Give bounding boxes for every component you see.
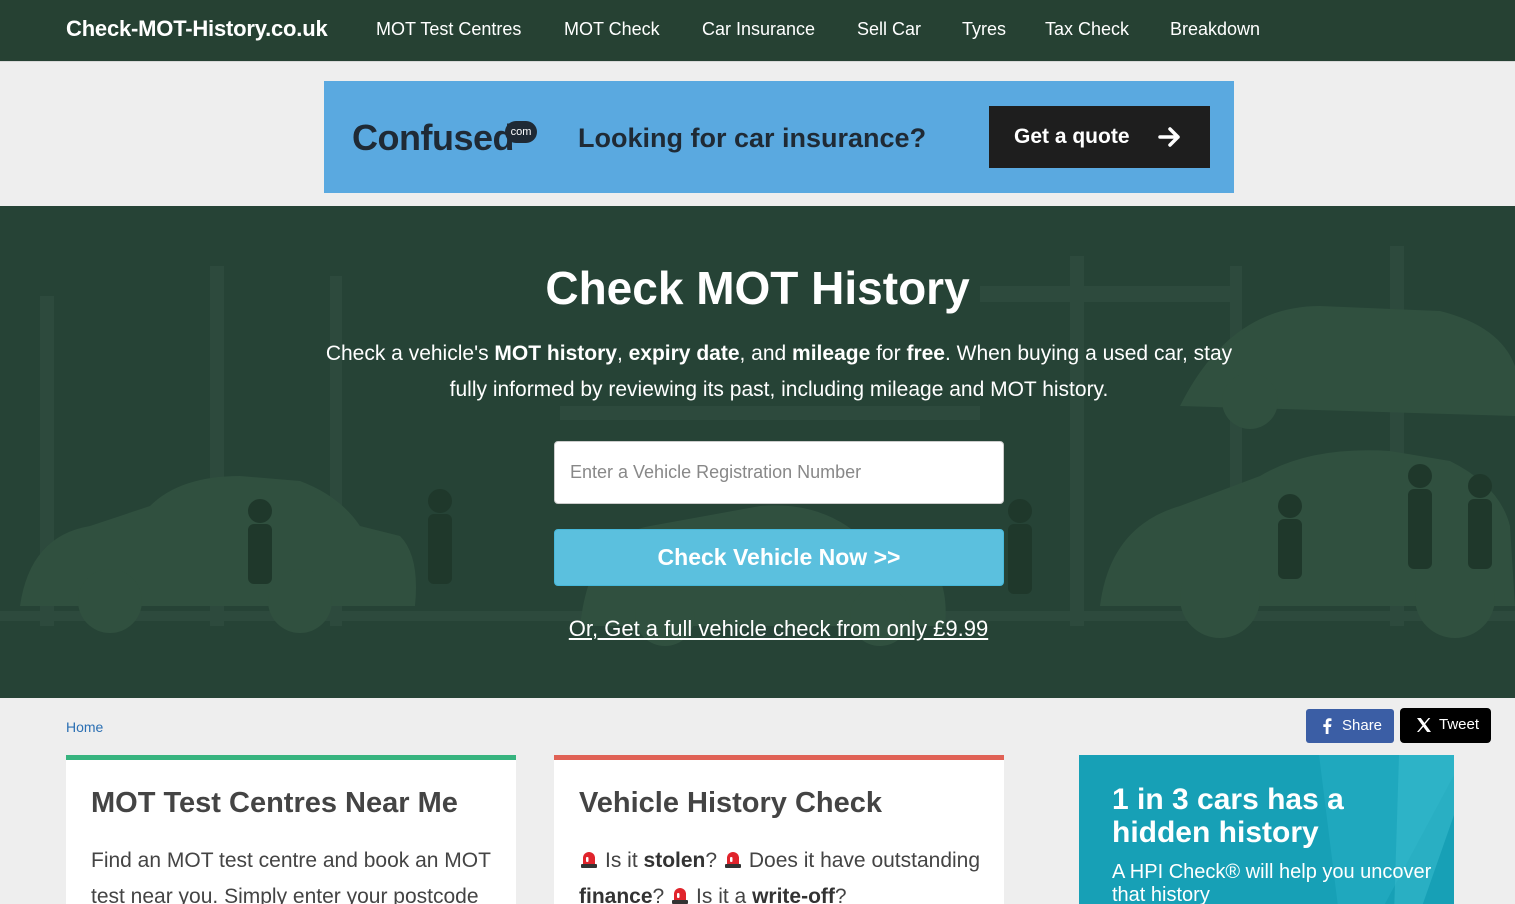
x-logo-icon [1417,718,1431,732]
question-write-off-bold: write-off [752,885,835,904]
tweet-label: Tweet [1439,716,1480,733]
hero-desc-bold-free: free [906,342,945,365]
question-finance-post: ? [652,885,671,904]
siren-icon [672,888,689,904]
vehicle-registration-input[interactable] [554,441,1004,504]
siren-icon [724,852,741,868]
get-a-quote-label: Get a quote [1014,125,1130,148]
question-stolen-bold: stolen [643,849,706,872]
check-vehicle-now-button[interactable]: Check Vehicle Now >> [554,529,1004,586]
confused-logo: Confused [352,117,515,158]
siren-icon [581,852,597,868]
hero-desc-bold-expiry-date: expiry date [628,342,740,365]
nav-link-breakdown[interactable]: Breakdown [1170,19,1260,40]
hpi-check-ad[interactable]: 1 in 3 cars has a hidden history A HPI C… [1079,755,1454,904]
nav-link-mot-test-centres[interactable]: MOT Test Centres [376,19,521,40]
nav-link-car-insurance[interactable]: Car Insurance [702,19,815,40]
question-finance-pre: Does it have outstanding [748,849,981,872]
question-finance-bold: finance [579,885,653,904]
nav-link-mot-check[interactable]: MOT Check [564,19,660,40]
confused-ad-banner[interactable]: Confused com Looking for car insurance? … [324,81,1234,193]
card-title-history-check: Vehicle History Check [579,787,883,819]
hero-desc-text-1: Check a vehicle's [325,342,495,365]
facebook-icon [1323,718,1332,734]
top-navbar: Check-MOT-History.co.uk MOT Test Centres… [0,0,1515,62]
vehicle-history-check-card[interactable]: Vehicle History Check Is it stolen? Does… [554,755,1004,904]
nav-link-tyres[interactable]: Tyres [962,19,1006,40]
confused-logo-com-badge: com [505,121,537,143]
hpi-ad-headline: 1 in 3 cars has a hidden history [1112,783,1344,849]
hpi-ad-subtitle: A HPI Check® will help you uncover that … [1112,861,1432,904]
get-a-quote-button[interactable]: Get a quote [989,106,1210,168]
card-text-history-check: Is it stolen? Does it have outstanding f… [579,843,989,904]
brand-logo-link[interactable]: Check-MOT-History.co.uk [66,16,328,42]
page-title: Check MOT History [545,262,970,314]
arrow-right-icon [1158,127,1180,147]
ad-bar: Confused com Looking for car insurance? … [0,63,1515,206]
hero-desc-text-4: for [870,342,907,365]
hero-section: Check MOT History Check a vehicle's MOT … [0,206,1515,698]
x-tweet-button[interactable]: Tweet [1400,708,1491,743]
nav-link-sell-car[interactable]: Sell Car [857,19,921,40]
hero-desc-text-2: , [616,342,629,365]
hero-desc-bold-mot-history: MOT history [494,342,617,365]
mot-test-centres-card[interactable]: MOT Test Centres Near Me Find an MOT tes… [66,755,516,904]
card-text-mot-centres: Find an MOT test centre and book an MOT … [91,849,491,904]
question-write-off-post: ? [834,885,847,904]
breadcrumb-home-link[interactable]: Home [66,719,103,735]
hero-desc-text-3: , and [739,342,793,365]
question-stolen-pre: Is it [605,849,644,872]
ad-headline: Looking for car insurance? [578,123,927,153]
full-vehicle-check-link[interactable]: Or, Get a full vehicle check from only £… [0,616,1515,642]
card-title-mot-centres: MOT Test Centres Near Me [91,787,458,819]
question-stolen-post: ? [705,849,723,872]
question-write-off-pre: Is it a [696,885,753,904]
hero-desc-bold-mileage: mileage [792,342,871,365]
nav-link-tax-check[interactable]: Tax Check [1045,19,1129,40]
hero-description: Check a vehicle's MOT history, expiry da… [320,336,1238,408]
facebook-share-button[interactable]: Share [1306,709,1394,743]
share-label: Share [1342,717,1383,734]
